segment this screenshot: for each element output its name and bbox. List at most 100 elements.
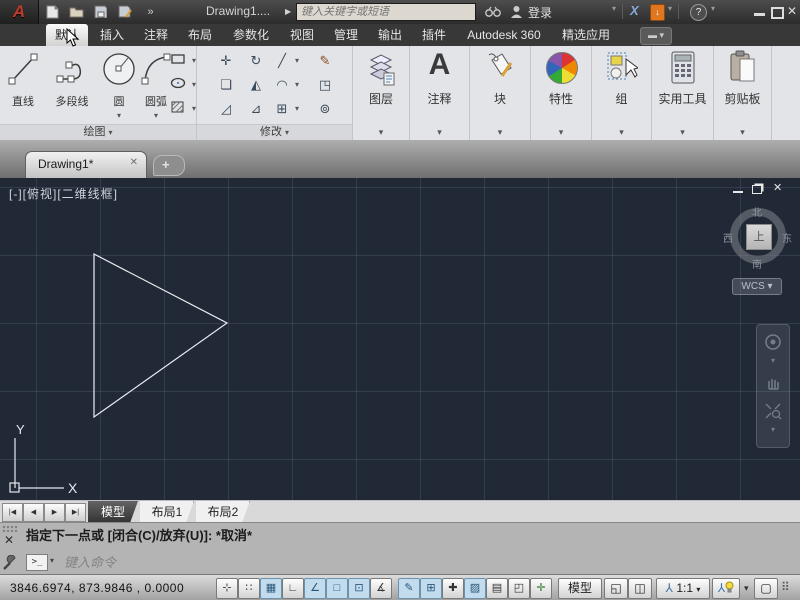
new-drawing-tab-button[interactable]: + xyxy=(153,155,185,176)
group-button[interactable] xyxy=(606,51,638,92)
block-button[interactable] xyxy=(484,50,516,91)
maximize-button[interactable] xyxy=(771,7,784,19)
hatch-button[interactable]: ▾ xyxy=(170,98,196,120)
polar-tracking-toggle[interactable]: ∠ xyxy=(304,578,326,599)
title-arrow-icon[interactable]: ▶ xyxy=(285,7,291,16)
pan-hand-icon[interactable] xyxy=(757,375,789,396)
first-layout-button[interactable]: |◀ xyxy=(2,503,23,522)
ribbon-tab-plugins[interactable]: 插件 xyxy=(414,24,454,46)
viewcube-south-label[interactable]: 南 xyxy=(752,256,762,271)
utilities-button[interactable] xyxy=(670,51,696,90)
erase-button[interactable]: ✎ xyxy=(313,50,337,71)
help-search-field[interactable] xyxy=(296,3,476,21)
zoom-extents-icon[interactable] xyxy=(757,402,789,425)
viewport-controls[interactable]: [-][俯视][二维线框] xyxy=(9,185,118,202)
layers-button[interactable] xyxy=(367,52,395,91)
viewcube-east-label[interactable]: 东 xyxy=(782,230,792,245)
array-dropdown-icon[interactable]: ▾ xyxy=(295,105,299,113)
update-notification-button[interactable]: ↓ xyxy=(650,4,665,21)
copy-button[interactable]: ❏ xyxy=(214,74,238,95)
dynamic-input-toggle[interactable]: ⊞ xyxy=(420,578,442,599)
array-button[interactable]: ⊞ xyxy=(272,98,292,119)
lineweight-toggle[interactable]: ✚ xyxy=(442,578,464,599)
file-tab-close-icon[interactable]: ✕ xyxy=(130,157,138,168)
viewcube-top-face[interactable]: 上 xyxy=(746,224,772,250)
next-layout-button[interactable]: ▶ xyxy=(44,503,65,522)
circle-button[interactable]: 圆 ▾ xyxy=(100,49,138,121)
previous-layout-button[interactable]: ◀ xyxy=(23,503,44,522)
annotation-scale-button[interactable]: ⅄ 1:1 ▾ xyxy=(656,578,710,599)
trim-dropdown-icon[interactable]: ▾ xyxy=(295,57,299,65)
infer-constraints-toggle[interactable]: ⊹ xyxy=(216,578,238,599)
ellipse-button[interactable]: ▾ xyxy=(170,74,196,96)
panel-annotation-expander-icon[interactable]: ▾ xyxy=(410,127,469,138)
ribbon-tab-layout[interactable]: 布局 xyxy=(180,24,220,46)
quick-view-layouts-button[interactable]: ◱ xyxy=(604,578,628,599)
selection-cycling-toggle[interactable]: ◰ xyxy=(508,578,530,599)
object-snap-toggle[interactable]: □ xyxy=(326,578,348,599)
updates-chevron-icon[interactable]: ▾ xyxy=(668,4,672,13)
ribbon-tab-output[interactable]: 输出 xyxy=(370,24,410,46)
last-layout-button[interactable]: ▶| xyxy=(65,503,86,522)
arc-button[interactable]: 圆弧 ▾ xyxy=(140,49,172,121)
line-button[interactable]: 直线 xyxy=(2,49,44,109)
coordinate-readout[interactable]: 3846.6974, 873.9846 , 0.0000 xyxy=(10,575,184,600)
drawn-triangle[interactable] xyxy=(94,254,227,417)
properties-button[interactable] xyxy=(546,52,578,84)
panel-label-group[interactable]: 组 xyxy=(592,90,651,107)
search-button[interactable] xyxy=(482,2,503,22)
command-recent-dropdown-icon[interactable]: ▾ xyxy=(50,556,54,565)
tab-model[interactable]: 模型 xyxy=(88,501,138,523)
ribbon-tab-view[interactable]: 视图 xyxy=(282,24,322,46)
model-space-button[interactable]: 模型 xyxy=(558,578,602,599)
tab-layout1[interactable]: 布局1 xyxy=(140,501,194,523)
grid-display-toggle[interactable]: ▦ xyxy=(260,578,282,599)
ribbon-tab-manage[interactable]: 管理 xyxy=(326,24,366,46)
offset-button[interactable]: ⊚ xyxy=(313,98,337,119)
clean-screen-button[interactable]: ⠿ xyxy=(781,580,790,594)
close-button[interactable]: ✕ xyxy=(787,4,797,18)
mirror-button[interactable]: ◭ xyxy=(244,74,268,95)
panel-layers-expander-icon[interactable]: ▾ xyxy=(353,127,409,138)
arc-dropdown-icon[interactable]: ▾ xyxy=(154,111,158,120)
ribbon-tab-parametric[interactable]: 参数化 xyxy=(224,24,278,46)
annotation-visibility-button[interactable]: ⅄ xyxy=(712,578,740,599)
fillet-dropdown-icon[interactable]: ▾ xyxy=(295,81,299,89)
panel-properties-expander-icon[interactable]: ▾ xyxy=(531,127,591,138)
panel-label-clipboard[interactable]: 剪贴板 xyxy=(714,90,771,107)
steering-wheel-icon[interactable] xyxy=(757,333,789,356)
panel-label-utilities[interactable]: 实用工具 xyxy=(652,90,713,107)
panel-utilities-expander-icon[interactable]: ▾ xyxy=(652,127,713,138)
quick-properties-toggle[interactable]: ▤ xyxy=(486,578,508,599)
tab-layout2[interactable]: 布局2 xyxy=(196,501,250,523)
panel-label-draw[interactable]: 绘图 ▾ xyxy=(0,124,196,140)
panel-label-modify[interactable]: 修改 ▾ xyxy=(197,124,352,140)
exchange-apps-button[interactable]: X xyxy=(630,3,639,18)
drawing-restore-button[interactable] xyxy=(752,185,762,194)
stretch-button[interactable]: ◿ xyxy=(214,98,238,119)
panel-modify-expander-icon[interactable]: ▾ xyxy=(285,128,289,137)
wheel-dropdown-icon[interactable]: ▾ xyxy=(757,356,789,365)
ribbon-tab-featured-apps[interactable]: 精选应用 xyxy=(554,24,618,46)
dynamic-ucs-toggle[interactable]: ✎ xyxy=(398,578,420,599)
circle-dropdown-icon[interactable]: ▾ xyxy=(117,111,121,120)
panel-label-properties[interactable]: 特性 xyxy=(531,90,591,107)
drawing-close-button[interactable]: ✕ xyxy=(773,181,782,194)
qat-more-button[interactable]: » xyxy=(140,2,161,22)
ortho-mode-toggle[interactable]: ∟ xyxy=(282,578,304,599)
object-snap-tracking-toggle[interactable]: ∡ xyxy=(370,578,392,599)
command-customize-button[interactable] xyxy=(2,555,18,576)
search-input[interactable] xyxy=(297,4,483,20)
signin-label[interactable]: 登录 xyxy=(528,4,552,21)
drawing-minimize-button[interactable] xyxy=(733,191,743,193)
zoom-dropdown-icon[interactable]: ▾ xyxy=(757,425,789,434)
polyline-button[interactable]: 多段线 xyxy=(46,49,98,109)
save-as-button[interactable] xyxy=(114,2,135,22)
rectangle-dropdown-icon[interactable]: ▾ xyxy=(192,57,196,65)
quick-view-drawings-button[interactable]: ◫ xyxy=(628,578,652,599)
panel-clipboard-expander-icon[interactable]: ▾ xyxy=(714,127,771,138)
annotation-tools-dropdown-icon[interactable]: ▾ xyxy=(744,583,749,594)
ribbon-tab-insert[interactable]: 插入 xyxy=(92,24,132,46)
signin-chevron-icon[interactable]: ▾ xyxy=(612,4,616,13)
ellipse-dropdown-icon[interactable]: ▾ xyxy=(192,81,196,89)
